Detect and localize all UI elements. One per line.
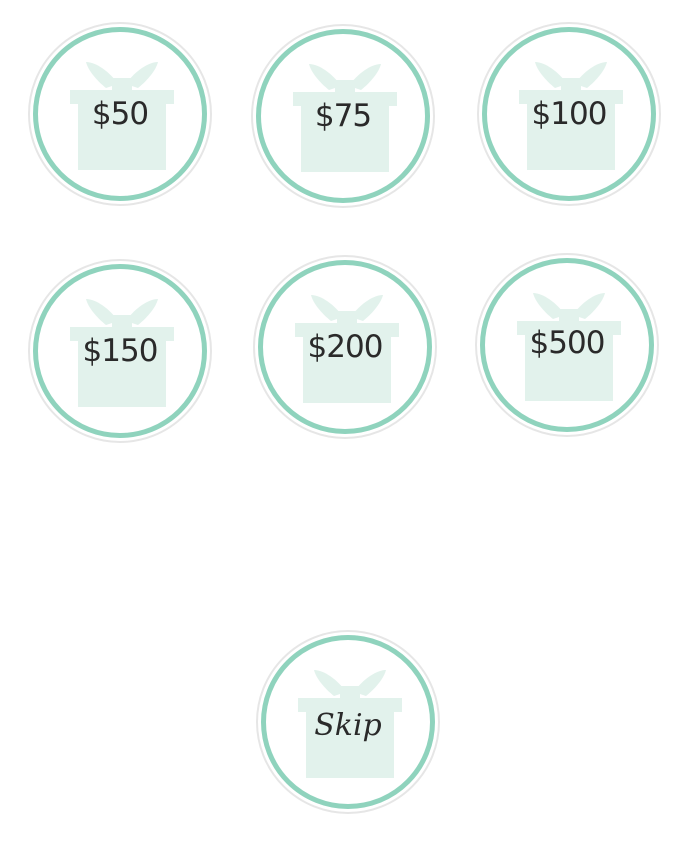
amount-label: $500 bbox=[529, 325, 606, 361]
skip-label: Skip bbox=[314, 708, 382, 743]
amount-label: $150 bbox=[82, 333, 159, 369]
amount-button-75[interactable]: $75 bbox=[251, 24, 435, 208]
amount-button-200[interactable]: $200 bbox=[253, 255, 437, 439]
amount-label: $200 bbox=[307, 329, 384, 365]
amount-button-150[interactable]: $150 bbox=[28, 259, 212, 443]
amount-label: $50 bbox=[91, 96, 149, 132]
amount-button-100[interactable]: $100 bbox=[477, 22, 661, 206]
skip-button[interactable]: Skip bbox=[256, 630, 440, 814]
amount-button-50[interactable]: $50 bbox=[28, 22, 212, 206]
amount-label: $75 bbox=[314, 98, 372, 134]
amount-label: $100 bbox=[531, 96, 608, 132]
amount-button-500[interactable]: $500 bbox=[475, 253, 659, 437]
